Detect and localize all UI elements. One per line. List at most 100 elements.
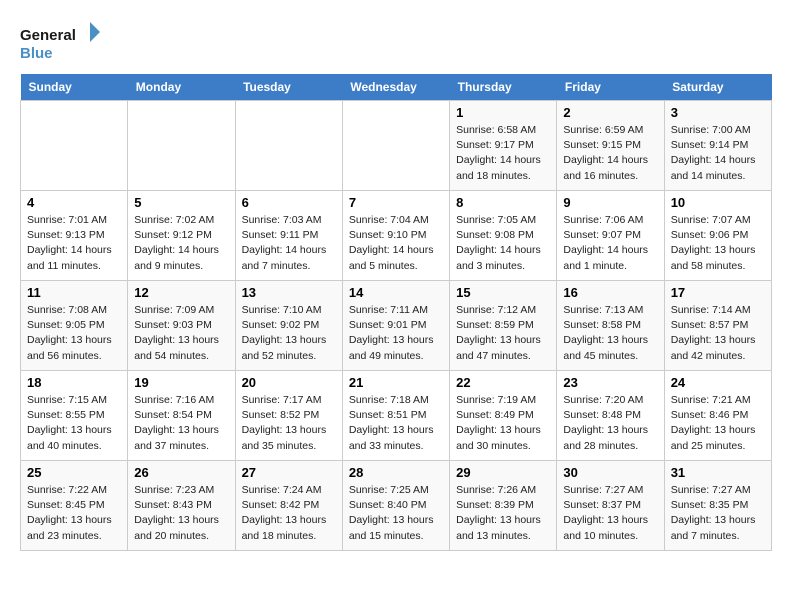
day-info: Sunrise: 7:01 AMSunset: 9:13 PMDaylight:… <box>27 213 121 274</box>
calendar-header: SundayMondayTuesdayWednesdayThursdayFrid… <box>21 74 772 101</box>
day-number: 16 <box>563 285 657 300</box>
calendar-cell: 19 Sunrise: 7:16 AMSunset: 8:54 PMDayligh… <box>128 371 235 461</box>
week-row-5: 25 Sunrise: 7:22 AMSunset: 8:45 PMDayligh… <box>21 461 772 551</box>
day-number: 15 <box>456 285 550 300</box>
calendar-cell: 29 Sunrise: 7:26 AMSunset: 8:39 PMDayligh… <box>450 461 557 551</box>
day-info: Sunrise: 7:03 AMSunset: 9:11 PMDaylight:… <box>242 213 336 274</box>
day-info: Sunrise: 7:00 AMSunset: 9:14 PMDaylight:… <box>671 123 765 184</box>
calendar-cell: 3 Sunrise: 7:00 AMSunset: 9:14 PMDaylight… <box>664 101 771 191</box>
calendar-cell: 26Sunrise: 7:23 AMSunset: 8:43 PMDayligh… <box>128 461 235 551</box>
day-info: Sunrise: 7:13 AMSunset: 8:58 PMDaylight:… <box>563 303 657 364</box>
header-row: SundayMondayTuesdayWednesdayThursdayFrid… <box>21 74 772 101</box>
day-number: 14 <box>349 285 443 300</box>
header-wednesday: Wednesday <box>342 74 449 101</box>
header-saturday: Saturday <box>664 74 771 101</box>
calendar-cell: 31 Sunrise: 7:27 AMSunset: 8:35 PMDayligh… <box>664 461 771 551</box>
day-info: Sunrise: 7:17 AMSunset: 8:52 PMDaylight:… <box>242 393 336 454</box>
calendar-cell: 22Sunrise: 7:19 AMSunset: 8:49 PMDayligh… <box>450 371 557 461</box>
day-number: 21 <box>349 375 443 390</box>
day-info: Sunrise: 7:27 AMSunset: 8:35 PMDaylight:… <box>671 483 765 544</box>
calendar-cell: 11Sunrise: 7:08 AMSunset: 9:05 PMDayligh… <box>21 281 128 371</box>
header-friday: Friday <box>557 74 664 101</box>
day-number: 19 <box>134 375 228 390</box>
day-number: 28 <box>349 465 443 480</box>
day-info: Sunrise: 7:21 AMSunset: 8:46 PMDaylight:… <box>671 393 765 454</box>
svg-text:Blue: Blue <box>20 45 53 62</box>
calendar-cell: 18Sunrise: 7:15 AMSunset: 8:55 PMDayligh… <box>21 371 128 461</box>
header-monday: Monday <box>128 74 235 101</box>
header-tuesday: Tuesday <box>235 74 342 101</box>
header-thursday: Thursday <box>450 74 557 101</box>
calendar-cell: 2 Sunrise: 6:59 AMSunset: 9:15 PMDaylight… <box>557 101 664 191</box>
calendar-cell: 5 Sunrise: 7:02 AMSunset: 9:12 PMDaylight… <box>128 191 235 281</box>
day-info: Sunrise: 6:59 AMSunset: 9:15 PMDaylight:… <box>563 123 657 184</box>
calendar-cell: 21 Sunrise: 7:18 AMSunset: 8:51 PMDayligh… <box>342 371 449 461</box>
day-number: 11 <box>27 285 121 300</box>
header-sunday: Sunday <box>21 74 128 101</box>
day-number: 6 <box>242 195 336 210</box>
calendar-cell: 10Sunrise: 7:07 AMSunset: 9:06 PMDayligh… <box>664 191 771 281</box>
day-number: 2 <box>563 105 657 120</box>
day-number: 29 <box>456 465 550 480</box>
calendar-cell: 6 Sunrise: 7:03 AMSunset: 9:11 PMDaylight… <box>235 191 342 281</box>
day-info: Sunrise: 7:22 AMSunset: 8:45 PMDaylight:… <box>27 483 121 544</box>
day-number: 12 <box>134 285 228 300</box>
day-number: 31 <box>671 465 765 480</box>
calendar-cell: 16 Sunrise: 7:13 AMSunset: 8:58 PMDayligh… <box>557 281 664 371</box>
day-number: 30 <box>563 465 657 480</box>
calendar-cell: 30 Sunrise: 7:27 AMSunset: 8:37 PMDayligh… <box>557 461 664 551</box>
calendar-cell: 4Sunrise: 7:01 AMSunset: 9:13 PMDaylight… <box>21 191 128 281</box>
day-info: Sunrise: 7:02 AMSunset: 9:12 PMDaylight:… <box>134 213 228 274</box>
day-number: 17 <box>671 285 765 300</box>
calendar-cell: 23 Sunrise: 7:20 AMSunset: 8:48 PMDayligh… <box>557 371 664 461</box>
calendar-cell <box>128 101 235 191</box>
day-info: Sunrise: 7:25 AMSunset: 8:40 PMDaylight:… <box>349 483 443 544</box>
calendar-cell: 25 Sunrise: 7:22 AMSunset: 8:45 PMDayligh… <box>21 461 128 551</box>
day-info: Sunrise: 7:12 AMSunset: 8:59 PMDaylight:… <box>456 303 550 364</box>
day-number: 1 <box>456 105 550 120</box>
day-number: 27 <box>242 465 336 480</box>
day-number: 9 <box>563 195 657 210</box>
day-info: Sunrise: 7:06 AMSunset: 9:07 PMDaylight:… <box>563 213 657 274</box>
day-number: 18 <box>27 375 121 390</box>
calendar-body: 1 Sunrise: 6:58 AMSunset: 9:17 PMDaylight… <box>21 101 772 551</box>
day-info: Sunrise: 7:26 AMSunset: 8:39 PMDaylight:… <box>456 483 550 544</box>
week-row-3: 11Sunrise: 7:08 AMSunset: 9:05 PMDayligh… <box>21 281 772 371</box>
calendar-cell: 12 Sunrise: 7:09 AMSunset: 9:03 PMDayligh… <box>128 281 235 371</box>
day-info: Sunrise: 7:11 AMSunset: 9:01 PMDaylight:… <box>349 303 443 364</box>
day-number: 3 <box>671 105 765 120</box>
day-info: Sunrise: 7:04 AMSunset: 9:10 PMDaylight:… <box>349 213 443 274</box>
calendar-cell: 27 Sunrise: 7:24 AMSunset: 8:42 PMDayligh… <box>235 461 342 551</box>
day-info: Sunrise: 7:05 AMSunset: 9:08 PMDaylight:… <box>456 213 550 274</box>
day-number: 10 <box>671 195 765 210</box>
svg-text:General: General <box>20 27 76 44</box>
day-number: 5 <box>134 195 228 210</box>
calendar-cell <box>21 101 128 191</box>
week-row-1: 1 Sunrise: 6:58 AMSunset: 9:17 PMDaylight… <box>21 101 772 191</box>
day-number: 25 <box>27 465 121 480</box>
calendar-cell: 8Sunrise: 7:05 AMSunset: 9:08 PMDaylight… <box>450 191 557 281</box>
calendar-cell: 24 Sunrise: 7:21 AMSunset: 8:46 PMDayligh… <box>664 371 771 461</box>
day-number: 13 <box>242 285 336 300</box>
calendar-cell: 1 Sunrise: 6:58 AMSunset: 9:17 PMDaylight… <box>450 101 557 191</box>
day-number: 23 <box>563 375 657 390</box>
day-info: Sunrise: 7:24 AMSunset: 8:42 PMDaylight:… <box>242 483 336 544</box>
day-number: 20 <box>242 375 336 390</box>
calendar-cell: 20 Sunrise: 7:17 AMSunset: 8:52 PMDayligh… <box>235 371 342 461</box>
day-number: 24 <box>671 375 765 390</box>
day-info: Sunrise: 7:16 AMSunset: 8:54 PMDaylight:… <box>134 393 228 454</box>
calendar-cell: 28 Sunrise: 7:25 AMSunset: 8:40 PMDayligh… <box>342 461 449 551</box>
day-number: 22 <box>456 375 550 390</box>
day-number: 7 <box>349 195 443 210</box>
calendar-table: SundayMondayTuesdayWednesdayThursdayFrid… <box>20 74 772 551</box>
day-info: Sunrise: 6:58 AMSunset: 9:17 PMDaylight:… <box>456 123 550 184</box>
day-info: Sunrise: 7:20 AMSunset: 8:48 PMDaylight:… <box>563 393 657 454</box>
calendar-cell: 13 Sunrise: 7:10 AMSunset: 9:02 PMDayligh… <box>235 281 342 371</box>
day-info: Sunrise: 7:10 AMSunset: 9:02 PMDaylight:… <box>242 303 336 364</box>
calendar-cell: 14 Sunrise: 7:11 AMSunset: 9:01 PMDayligh… <box>342 281 449 371</box>
page-header: General Blue <box>20 20 772 64</box>
day-info: Sunrise: 7:27 AMSunset: 8:37 PMDaylight:… <box>563 483 657 544</box>
day-info: Sunrise: 7:18 AMSunset: 8:51 PMDaylight:… <box>349 393 443 454</box>
calendar-cell: 9 Sunrise: 7:06 AMSunset: 9:07 PMDaylight… <box>557 191 664 281</box>
day-info: Sunrise: 7:09 AMSunset: 9:03 PMDaylight:… <box>134 303 228 364</box>
